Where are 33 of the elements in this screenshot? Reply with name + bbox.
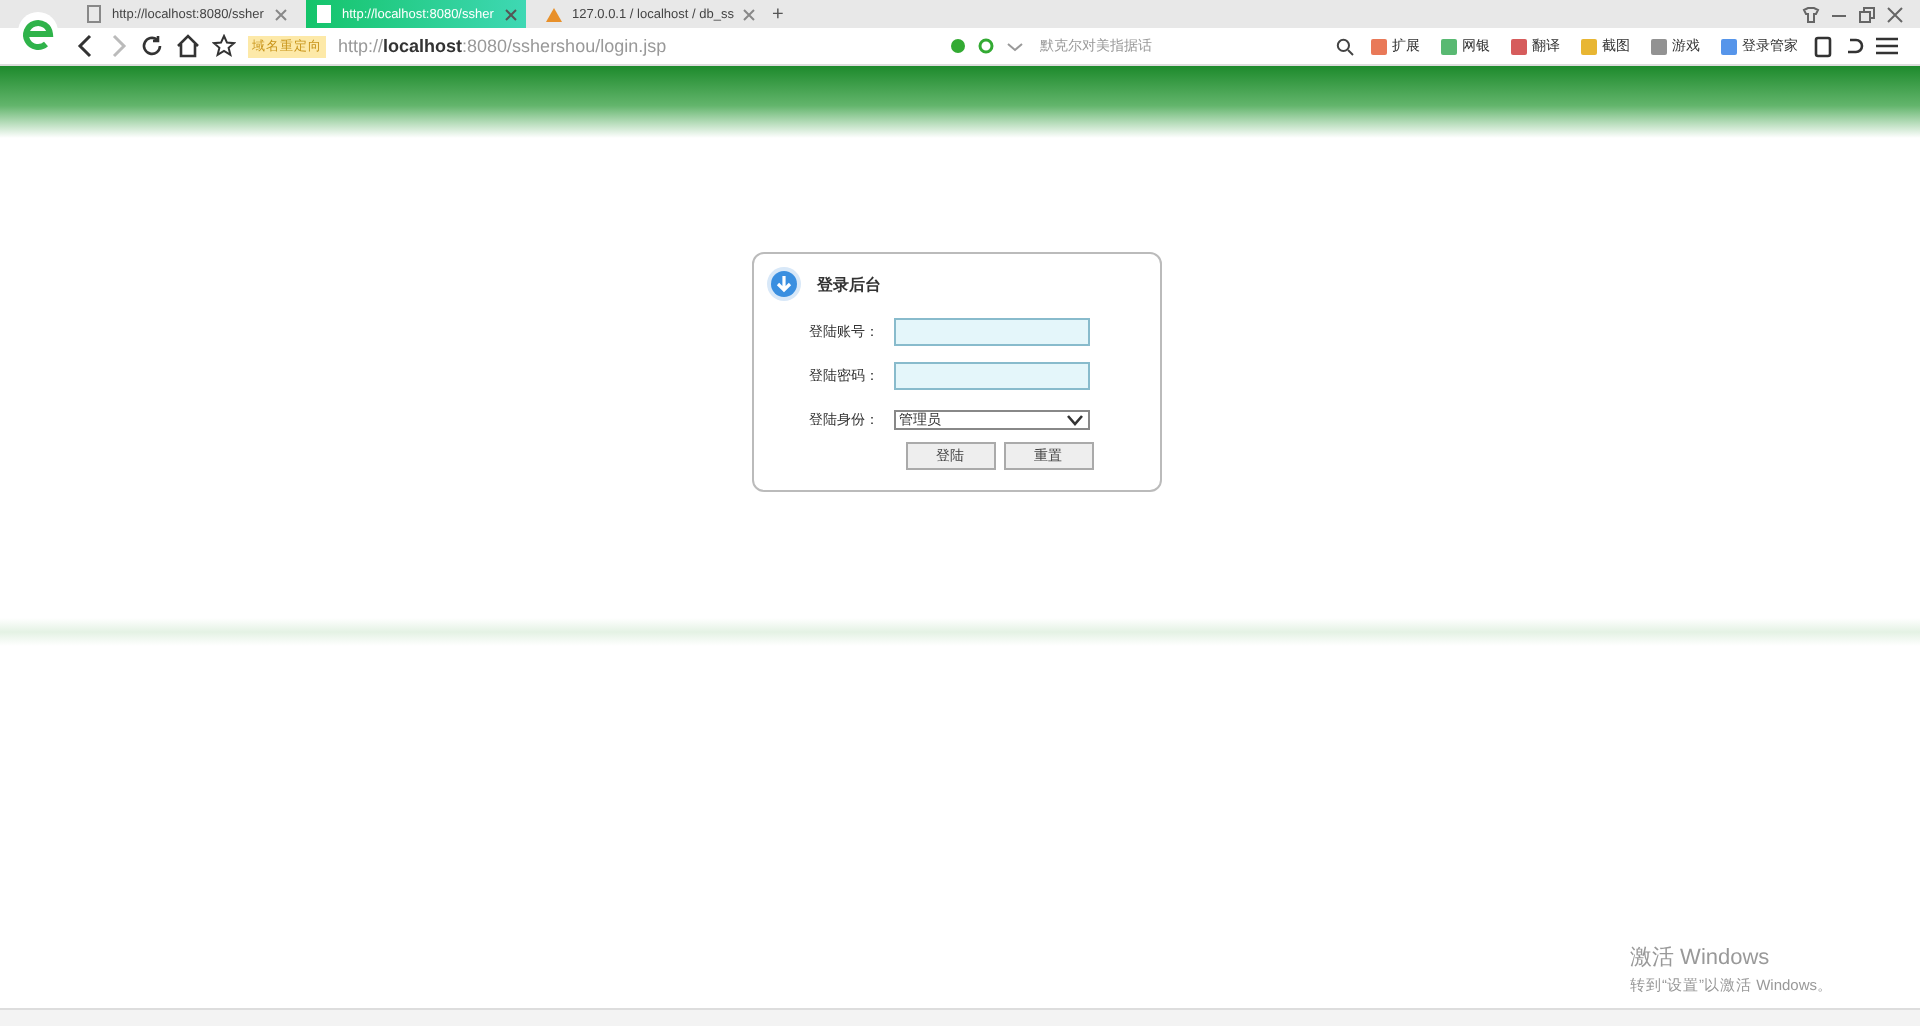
warning-icon — [544, 4, 564, 24]
login-title: 登录后台 — [817, 273, 881, 295]
menu-icon — [1876, 36, 1898, 56]
page-icon — [314, 4, 334, 24]
tool-icon — [1580, 37, 1598, 55]
tool-icon — [1650, 37, 1668, 55]
forward-icon — [108, 34, 128, 58]
restore-icon — [1858, 5, 1876, 23]
tool-icon — [1440, 37, 1458, 55]
search-icon — [1336, 37, 1354, 55]
back-icon — [76, 34, 96, 58]
caret-icon — [1065, 414, 1083, 426]
reload-icon — [140, 34, 164, 58]
caret-icon — [1006, 37, 1024, 55]
new-tab-button[interactable]: + — [766, 3, 790, 25]
star-icon — [212, 34, 236, 58]
tool-icon — [1510, 37, 1528, 55]
close-icon — [1886, 5, 1904, 23]
home-icon — [176, 34, 200, 58]
tool-icon — [1720, 37, 1738, 55]
close-icon — [274, 7, 288, 21]
account-field[interactable] — [893, 318, 1089, 346]
download-icon — [765, 266, 801, 302]
shirt-icon — [1802, 5, 1820, 23]
activation-title: 激活 Windows — [1630, 944, 1772, 972]
tool-icon — [1370, 37, 1388, 55]
address-field[interactable]: http://localhost:8080/sshershou/login.jsp — [338, 36, 938, 56]
page-icon — [84, 4, 104, 24]
undo-icon — [1844, 36, 1864, 56]
password-field[interactable] — [893, 362, 1089, 390]
tablet-icon — [1814, 35, 1832, 57]
close-icon — [504, 7, 518, 21]
close-icon — [741, 7, 756, 21]
